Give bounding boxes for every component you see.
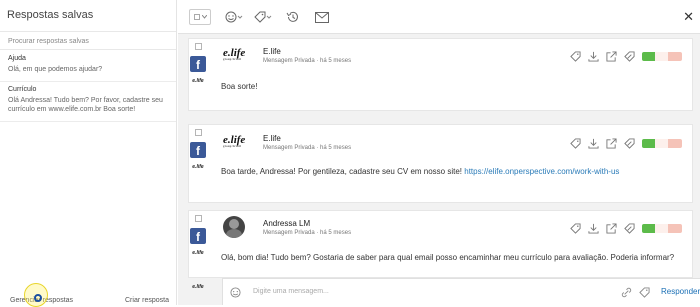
toolbar: ✕ bbox=[178, 0, 700, 34]
message-author: E.life bbox=[263, 134, 281, 143]
message-card[interactable]: Andressa LM Mensagem Privada · há 5 mese… bbox=[188, 210, 693, 278]
elife-small-logo: e.life bbox=[192, 250, 204, 256]
message-meta: Mensagem Privada · há 5 meses bbox=[263, 230, 352, 236]
external-link-icon[interactable] bbox=[606, 223, 617, 234]
reply-title: Currículo bbox=[8, 86, 37, 93]
select-checkbox[interactable] bbox=[194, 43, 202, 50]
close-button[interactable]: ✕ bbox=[683, 9, 694, 25]
mail-button[interactable] bbox=[314, 9, 330, 25]
tag-icon[interactable] bbox=[570, 138, 581, 149]
facebook-icon: f bbox=[190, 56, 206, 72]
search-saved-replies-input[interactable]: Procurar respostas salvas bbox=[0, 31, 176, 50]
tag-icon[interactable] bbox=[639, 287, 650, 298]
panel-title: Respostas salvas bbox=[7, 9, 94, 21]
message-text: Olá, bom dia! Tudo bem? Gostaria de sabe… bbox=[221, 253, 675, 262]
emoji-button[interactable] bbox=[222, 9, 246, 25]
compose-side-logo: e.life bbox=[188, 284, 208, 290]
saved-replies-panel: Respostas salvas Procurar respostas salv… bbox=[0, 0, 177, 307]
tag-icon[interactable] bbox=[570, 51, 581, 62]
saved-reply-item[interactable]: Currículo Olá Andressa! Tudo bem? Por fa… bbox=[0, 86, 176, 122]
card-side-icons: f e.life bbox=[188, 43, 208, 84]
tag-alt-icon[interactable] bbox=[624, 223, 635, 234]
elife-logo: e.life group brasil bbox=[223, 134, 246, 148]
compose-bar: Digite uma mensagem... Responder bbox=[222, 278, 700, 305]
message-meta: Mensagem Privada · há 5 meses bbox=[263, 58, 352, 64]
download-icon[interactable] bbox=[588, 223, 599, 234]
tag-button[interactable] bbox=[251, 9, 275, 25]
select-checkbox[interactable] bbox=[194, 129, 202, 136]
conversation-area: ✕ e.life group brasil E.life Mensagem Pri… bbox=[178, 0, 700, 305]
sentiment-bar[interactable] bbox=[642, 52, 682, 61]
tag-alt-icon[interactable] bbox=[624, 138, 635, 149]
attach-icon[interactable] bbox=[621, 287, 632, 298]
message-card[interactable]: e.life group brasil E.life Mensagem Priva… bbox=[188, 38, 693, 111]
facebook-icon: f bbox=[190, 228, 206, 244]
message-text: Boa tarde, Andressa! Por gentileza, cada… bbox=[221, 167, 620, 176]
history-icon bbox=[286, 11, 298, 22]
message-card[interactable]: e.life group brasil E.life Mensagem Priva… bbox=[188, 124, 693, 203]
elife-small-logo: e.life bbox=[192, 164, 204, 170]
chevron-down-icon bbox=[201, 15, 207, 19]
download-icon[interactable] bbox=[588, 138, 599, 149]
tag-icon[interactable] bbox=[570, 223, 581, 234]
checkbox-icon bbox=[193, 14, 200, 20]
select-dropdown[interactable] bbox=[189, 9, 211, 25]
message-actions bbox=[570, 223, 682, 234]
message-author: Andressa LM bbox=[263, 219, 311, 228]
tag-icon bbox=[254, 11, 272, 23]
message-author: E.life bbox=[263, 47, 281, 56]
cursor-ring bbox=[34, 294, 42, 302]
external-link-icon[interactable] bbox=[606, 51, 617, 62]
reply-title: Ajuda bbox=[8, 55, 26, 62]
tag-alt-icon[interactable] bbox=[624, 51, 635, 62]
emoji-icon[interactable] bbox=[230, 287, 241, 298]
message-text: Boa sorte! bbox=[221, 82, 258, 91]
saved-reply-item[interactable]: Ajuda Olá, em que podemos ajudar? bbox=[0, 55, 176, 82]
elife-logo: e.life group brasil bbox=[223, 47, 246, 61]
elife-small-logo: e.life bbox=[192, 78, 204, 84]
message-actions bbox=[570, 138, 682, 149]
select-checkbox[interactable] bbox=[194, 215, 202, 222]
reply-body: Olá, em que podemos ajudar? bbox=[8, 66, 103, 73]
mail-icon bbox=[315, 11, 329, 23]
message-meta: Mensagem Privada · há 5 meses bbox=[263, 145, 352, 151]
emoji-icon bbox=[225, 11, 243, 23]
message-actions bbox=[570, 51, 682, 62]
reply-button[interactable]: Responder bbox=[661, 287, 700, 296]
message-link[interactable]: https://elife.onperspective.com/work-wit… bbox=[464, 167, 619, 176]
facebook-icon: f bbox=[190, 142, 206, 158]
avatar bbox=[223, 216, 245, 238]
history-button[interactable] bbox=[284, 9, 300, 25]
card-side-icons: f e.life bbox=[188, 129, 208, 170]
download-icon[interactable] bbox=[588, 51, 599, 62]
create-reply-link[interactable]: Criar resposta bbox=[125, 297, 169, 304]
message-input[interactable]: Digite uma mensagem... bbox=[253, 288, 329, 295]
sentiment-bar[interactable] bbox=[642, 139, 682, 148]
reply-body: Olá Andressa! Tudo bem? Por favor, cadas… bbox=[8, 97, 163, 113]
elife-small-logo: e.life bbox=[192, 284, 204, 290]
sentiment-bar[interactable] bbox=[642, 224, 682, 233]
external-link-icon[interactable] bbox=[606, 138, 617, 149]
card-side-icons: f e.life bbox=[188, 215, 208, 256]
